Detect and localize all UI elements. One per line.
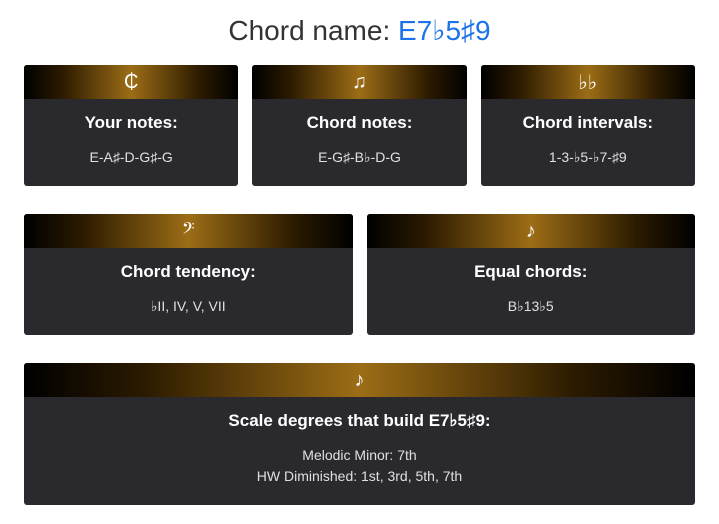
card-chord-intervals: ♭♭ Chord intervals: 1-3-♭5-♭7-♯9 [481, 65, 695, 186]
card-label: Chord notes: [252, 113, 466, 133]
card-value: E-A♯-D-G♯-G [24, 147, 238, 168]
card-label: Your notes: [24, 113, 238, 133]
chord-name: E7♭5♯9 [398, 15, 491, 46]
card-your-notes: ₵ Your notes: E-A♯-D-G♯-G [24, 65, 238, 186]
bass-clef-icon: 𝄢 [24, 214, 353, 248]
card-value: E-G♯-B♭-D-G [252, 147, 466, 168]
card-equal-chords: ♪ Equal chords: B♭13♭5 [367, 214, 696, 335]
scale-line-1: Melodic Minor: 7th [302, 447, 416, 463]
cent-icon: ₵ [24, 65, 238, 99]
title-prefix: Chord name: [228, 15, 398, 46]
card-label: Chord tendency: [24, 262, 353, 282]
music-notes-icon: ♫ [252, 65, 466, 99]
card-value: Melodic Minor: 7th HW Diminished: 1st, 3… [24, 445, 695, 487]
card-value: B♭13♭5 [367, 296, 696, 317]
scale-line-2: HW Diminished: 1st, 3rd, 5th, 7th [257, 468, 462, 484]
card-label: Equal chords: [367, 262, 696, 282]
double-flat-icon: ♭♭ [481, 65, 695, 99]
page-title: Chord name: E7♭5♯9 [0, 14, 719, 47]
card-label: Scale degrees that build E7♭5♯9: [24, 411, 695, 431]
card-chord-tendency: 𝄢 Chord tendency: ♭II, IV, V, VII [24, 214, 353, 335]
card-label: Chord intervals: [481, 113, 695, 133]
eighth-note-icon: ♪ [24, 363, 695, 397]
card-chord-notes: ♫ Chord notes: E-G♯-B♭-D-G [252, 65, 466, 186]
card-value: 1-3-♭5-♭7-♯9 [481, 147, 695, 168]
cards-grid: ₵ Your notes: E-A♯-D-G♯-G ♫ Chord notes:… [0, 65, 719, 505]
card-scale-degrees: ♪ Scale degrees that build E7♭5♯9: Melod… [24, 363, 695, 505]
card-value: ♭II, IV, V, VII [24, 296, 353, 317]
eighth-note-icon: ♪ [367, 214, 696, 248]
